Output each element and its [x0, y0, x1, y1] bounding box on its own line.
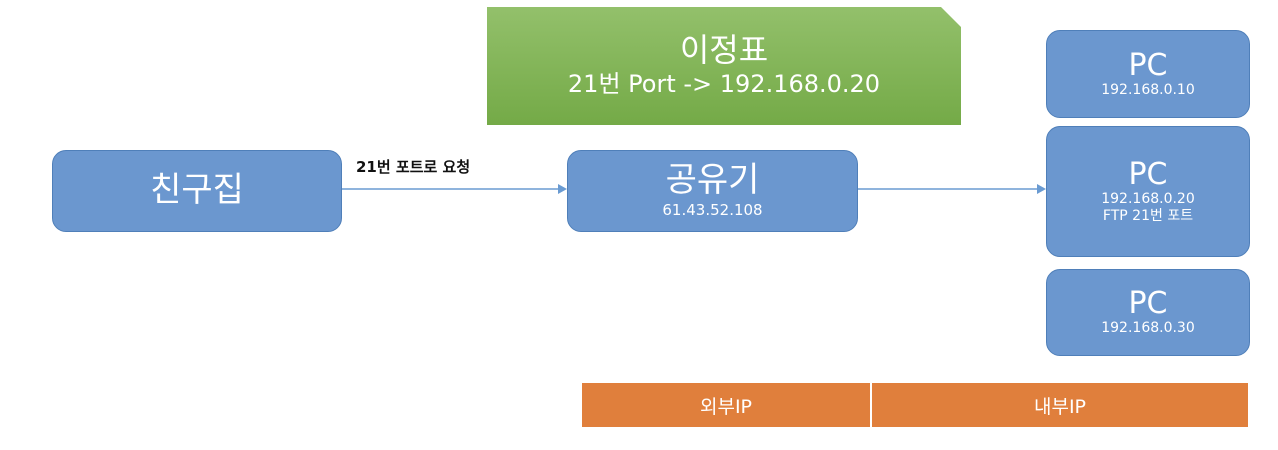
request-edge-label: 21번 포트로 요청 — [356, 158, 471, 176]
pc-3-ip: 192.168.0.30 — [1101, 320, 1195, 337]
external-ip-zone: 외부IP — [582, 383, 870, 427]
friend-house-label: 친구집 — [150, 170, 244, 211]
router-node: 공유기 61.43.52.108 — [567, 150, 858, 232]
router-label: 공유기 — [665, 159, 760, 200]
pc-2-label: PC — [1128, 156, 1168, 192]
friend-house-node: 친구집 — [52, 150, 342, 232]
pc-node-2: PC 192.168.0.20 FTP 21번 포트 — [1046, 126, 1250, 257]
internal-ip-zone: 내부IP — [872, 383, 1248, 427]
routing-table-note: 이정표 21번 Port -> 192.168.0.20 — [487, 7, 961, 125]
routing-table-title: 이정표 — [679, 31, 769, 69]
pc-node-1: PC 192.168.0.10 — [1046, 30, 1250, 118]
router-ip: 61.43.52.108 — [662, 201, 763, 220]
pc-1-ip: 192.168.0.10 — [1101, 81, 1195, 98]
pc-2-ip: 192.168.0.20 — [1101, 190, 1195, 207]
pc-3-label: PC — [1128, 286, 1168, 322]
pc-2-note: FTP 21번 포트 — [1102, 208, 1194, 224]
arrow-friend-to-router-head — [558, 184, 567, 194]
pc-1-label: PC — [1128, 47, 1168, 83]
arrow-router-to-pc-head — [1037, 184, 1046, 194]
routing-table-rule: 21번 Port -> 192.168.0.20 — [567, 69, 881, 98]
pc-node-3: PC 192.168.0.30 — [1046, 269, 1250, 356]
